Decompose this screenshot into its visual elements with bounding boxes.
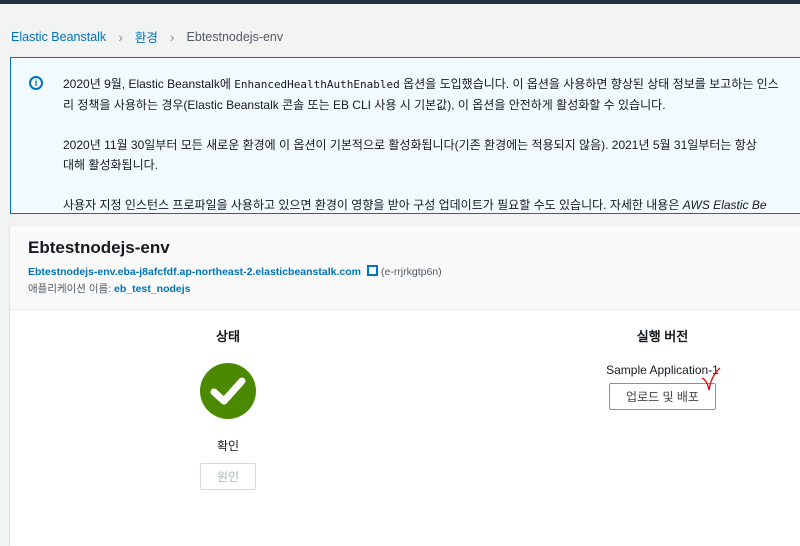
notice-text: 2020년 11월 30일부터 모든 새로운 환경에 이 옵션이 기본적으로 활…	[63, 138, 757, 152]
breadcrumb-environments[interactable]: 환경	[135, 27, 158, 46]
app-name-label: 애플리케이션 이름:	[28, 283, 115, 295]
chevron-right-icon: ›	[169, 28, 175, 45]
notice-text: 2020년 9월, Elastic Beanstalk에	[63, 77, 235, 91]
health-section: 상태 확인 원인	[178, 326, 278, 490]
info-icon: i	[29, 76, 43, 90]
breadcrumb-elastic-beanstalk[interactable]: Elastic Beanstalk	[11, 30, 106, 44]
chevron-right-icon: ›	[118, 28, 123, 45]
environment-url-link[interactable]: Ebtestnodejs-env.eba-j8afcfdf.ap-northea…	[28, 266, 361, 278]
notice-code: EnhancedHealthAuthEnabled	[234, 78, 400, 91]
red-check-annotation	[701, 367, 721, 391]
health-heading: 상태	[216, 329, 240, 344]
notice-text: 사용자 지정 인스턴스 프로파일을 사용하고 있으면 환경이 영향을 받아 구성…	[63, 198, 683, 212]
app-name-link[interactable]: eb_test_nodejs	[114, 283, 190, 295]
notice-link[interactable]: AWS Elastic Be	[683, 198, 767, 212]
check-circle-icon	[200, 363, 256, 419]
environment-title: Ebtestnodejs-env	[28, 238, 170, 257]
environment-card: Ebtestnodejs-env Ebtestnodejs-env.eba-j8…	[10, 226, 800, 546]
running-version-heading: 실행 버전	[636, 329, 689, 344]
breadcrumb-current: Ebtestnodejs-env	[186, 29, 284, 44]
causes-button[interactable]: 원인	[199, 463, 257, 490]
environment-id: (e-rrjrkgtp6n)	[380, 266, 442, 278]
external-link-icon[interactable]	[366, 265, 378, 276]
info-notice: i 2020년 9월, Elastic Beanstalk에 EnhancedH…	[10, 57, 800, 214]
health-status: 확인	[216, 439, 240, 453]
breadcrumb: Elastic Beanstalk › 환경 › Ebtestnodejs-en…	[11, 27, 283, 46]
environment-header: Ebtestnodejs-env Ebtestnodejs-env.eba-j8…	[10, 226, 800, 310]
top-nav-bar	[0, 0, 800, 4]
notice-text: 대해 활성화됩니다.	[63, 158, 158, 172]
notice-text: 리 정책을 사용하는 경우(Elastic Beanstalk 콘솔 또는 EB…	[63, 98, 666, 112]
notice-text: 옵션을 도입했습니다. 이 옵션을 사용하면 향상된 상태 정보를 보고하는 인…	[399, 77, 779, 91]
